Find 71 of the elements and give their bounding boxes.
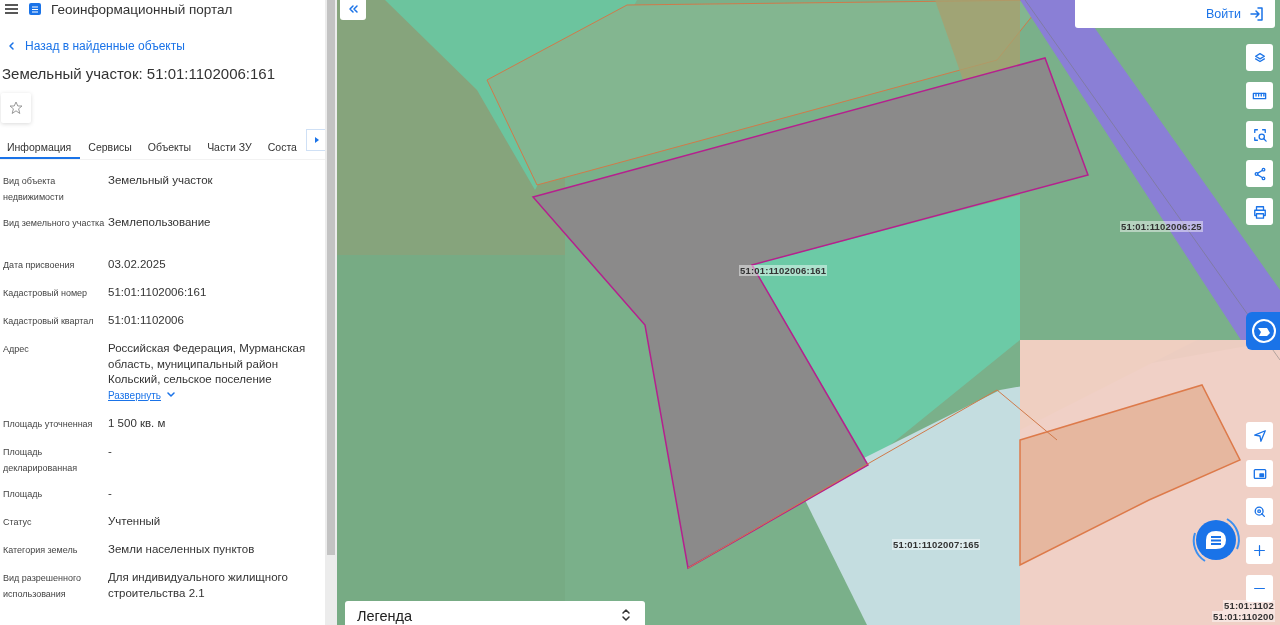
side-panel-button[interactable]: [1246, 312, 1280, 350]
tab[interactable]: Объекты: [140, 133, 201, 159]
field-value: Учтенный: [108, 514, 162, 529]
caret-right-icon: [314, 137, 319, 143]
field-value: 03.02.2025: [108, 257, 167, 272]
field-value: Земельный участок: [108, 173, 214, 188]
field-value: 1 500 кв. м: [108, 416, 167, 431]
field-value: Землепользование: [108, 215, 212, 230]
field-label: Вид объекта недвижимости: [2, 175, 65, 204]
field-label: Вид разрешенного использования: [2, 572, 83, 601]
area-search-button[interactable]: [1246, 121, 1273, 148]
field-label: Дата присвоения: [2, 259, 76, 272]
back-link[interactable]: Назад в найденные объекты: [25, 39, 185, 53]
layers-icon: [1252, 50, 1267, 65]
field-label: Статус: [2, 516, 33, 529]
field-value: Для индивидуального жилищного строительства 2.1: [108, 570, 289, 601]
tab[interactable]: Информация: [0, 133, 81, 159]
menu-icon[interactable]: [5, 4, 18, 14]
geolocation-button[interactable]: [1246, 422, 1273, 449]
navigation-arrow-icon: [1252, 428, 1267, 443]
ruler-button[interactable]: [1246, 82, 1273, 109]
expand-link[interactable]: Развернуть: [108, 389, 161, 401]
share-icon: [1252, 166, 1267, 181]
area-search-icon: [1252, 127, 1267, 142]
field-value: 51:01:1102006: [108, 313, 185, 328]
tab[interactable]: Сервисы: [81, 133, 141, 159]
print-button[interactable]: [1246, 198, 1273, 225]
portal-title: Геоинформационный портал: [51, 1, 233, 17]
cadastral-map-drawing[interactable]: [337, 0, 1280, 625]
plus-icon: [1253, 544, 1266, 557]
field-label: Площадь: [2, 488, 44, 501]
login-icon: [1249, 6, 1265, 22]
parcel-label: 51:01:1102: [1223, 600, 1276, 611]
parcel-label: 51:01:1102006:161: [739, 265, 828, 276]
minimap-button[interactable]: [1246, 460, 1273, 487]
location-search-icon: [1252, 504, 1267, 519]
tabs-scroll-button[interactable]: [305, 129, 325, 151]
field-value: 51:01:1102006:161: [108, 285, 208, 300]
double-chevron-left-icon: [347, 4, 359, 14]
sort-chevrons-icon: [621, 608, 631, 622]
minimap-icon: [1252, 466, 1267, 481]
tab[interactable]: Части ЗУ: [200, 133, 261, 159]
location-search-button[interactable]: [1246, 498, 1273, 525]
print-icon: [1252, 204, 1267, 219]
back-chevron-icon: [7, 41, 15, 51]
field-value: -: [108, 486, 113, 501]
parcel-label: 51:01:1102006:25: [1120, 221, 1203, 232]
share-button[interactable]: [1246, 160, 1273, 187]
field-value: Земли населенных пунктов: [108, 542, 256, 557]
map-document-icon: [1251, 318, 1277, 344]
field-label: Категория земель: [2, 544, 79, 557]
parcel-label: 51:01:1102007:165: [892, 539, 981, 550]
collapse-panel-button[interactable]: [340, 0, 366, 20]
parcel-heading: Земельный участок: 51:01:1102006:161: [2, 65, 277, 82]
field-label: Вид земельного участка: [2, 217, 106, 230]
star-icon: [9, 101, 23, 115]
field-label: Адрес: [2, 343, 30, 356]
parcel-label: 51:01:110200: [1212, 611, 1276, 622]
field-label: Площадь декларированная: [2, 446, 79, 475]
tab[interactable]: Соста: [260, 133, 306, 159]
layers-button[interactable]: [1246, 44, 1273, 71]
chevron-down-icon: [167, 392, 175, 398]
zoom-in-button[interactable]: [1246, 537, 1273, 564]
legend-dropdown[interactable]: Легенда: [345, 601, 645, 625]
field-value: Российская Федерация, Мурманская область, муниципальный район Кольский, сельское поселение: [108, 341, 307, 387]
login-button[interactable]: Войти: [1075, 0, 1275, 28]
field-value: -: [108, 444, 113, 459]
field-label: Площадь уточненная: [2, 418, 94, 431]
field-label: Кадастровый квартал: [2, 315, 95, 328]
field-label: Кадастровый номер: [2, 287, 89, 300]
scrollbar-thumb[interactable]: [327, 0, 335, 555]
